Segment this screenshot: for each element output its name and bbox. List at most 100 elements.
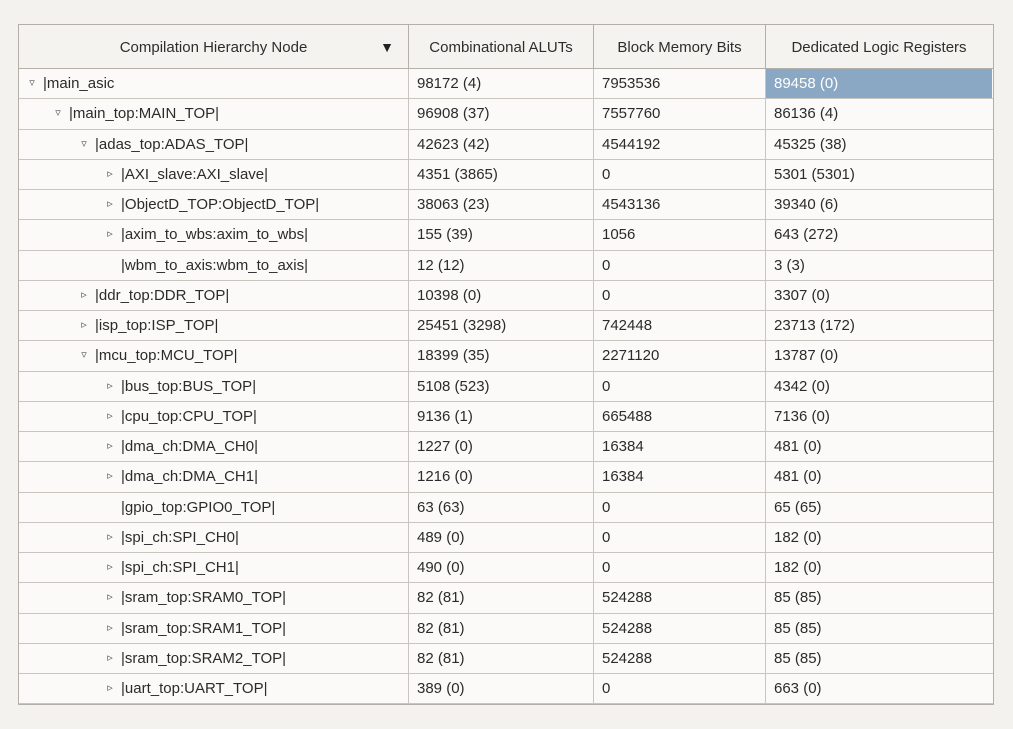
- table-row[interactable]: ▿|main_asic98172 (4)795353689458 (0): [19, 69, 993, 99]
- node-cell[interactable]: ▹|axim_to_wbs:axim_to_wbs|: [19, 220, 409, 249]
- node-cell[interactable]: ▹|sram_top:SRAM0_TOP|: [19, 583, 409, 612]
- sort-icon[interactable]: ▼: [380, 39, 394, 55]
- reg-cell[interactable]: 182 (0): [766, 523, 992, 552]
- reg-cell[interactable]: 3307 (0): [766, 281, 992, 310]
- expander-closed-icon[interactable]: ▹: [103, 196, 117, 213]
- node-cell[interactable]: ▹|dma_ch:DMA_CH0|: [19, 432, 409, 461]
- reg-cell[interactable]: 86136 (4): [766, 99, 992, 128]
- expander-closed-icon[interactable]: ▹: [103, 529, 117, 546]
- table-row[interactable]: ▹|spi_ch:SPI_CH1|490 (0)0182 (0): [19, 553, 993, 583]
- aluts-cell: 4351 (3865): [409, 160, 594, 189]
- reg-cell[interactable]: 3 (3): [766, 251, 992, 280]
- reg-cell[interactable]: 4342 (0): [766, 372, 992, 401]
- reg-cell[interactable]: 45325 (38): [766, 130, 992, 159]
- expander-open-icon[interactable]: ▿: [25, 75, 39, 92]
- table-row[interactable]: ▹|sram_top:SRAM2_TOP|82 (81)52428885 (85…: [19, 644, 993, 674]
- node-cell[interactable]: ▹|ddr_top:DDR_TOP|: [19, 281, 409, 310]
- expander-closed-icon[interactable]: ▹: [103, 438, 117, 455]
- reg-cell[interactable]: 663 (0): [766, 674, 992, 703]
- reg-cell[interactable]: 39340 (6): [766, 190, 992, 219]
- table-row[interactable]: ▹|axim_to_wbs:axim_to_wbs|155 (39)105664…: [19, 220, 993, 250]
- reg-cell[interactable]: 5301 (5301): [766, 160, 992, 189]
- node-cell[interactable]: ▹|dma_ch:DMA_CH1|: [19, 462, 409, 491]
- expander-closed-icon[interactable]: ▹: [103, 559, 117, 576]
- table-row[interactable]: ▹|cpu_top:CPU_TOP|9136 (1)6654887136 (0): [19, 402, 993, 432]
- node-cell[interactable]: ▹|uart_top:UART_TOP|: [19, 674, 409, 703]
- table-row[interactable]: ▹|uart_top:UART_TOP|389 (0)0663 (0): [19, 674, 993, 704]
- node-cell[interactable]: ▿|mcu_top:MCU_TOP|: [19, 341, 409, 370]
- col-header-mem[interactable]: Block Memory Bits: [594, 25, 766, 68]
- aluts-cell: 389 (0): [409, 674, 594, 703]
- reg-cell[interactable]: 481 (0): [766, 462, 992, 491]
- node-cell[interactable]: ▿|adas_top:ADAS_TOP|: [19, 130, 409, 159]
- mem-cell: 0: [594, 372, 766, 401]
- expander-open-icon[interactable]: ▿: [77, 136, 91, 153]
- table-row[interactable]: ▹|dma_ch:DMA_CH0|1227 (0)16384481 (0): [19, 432, 993, 462]
- expander-closed-icon[interactable]: ▹: [103, 408, 117, 425]
- table-row[interactable]: |gpio_top:GPIO0_TOP|63 (63)065 (65): [19, 493, 993, 523]
- node-cell[interactable]: ▿|main_asic: [19, 69, 409, 98]
- aluts-cell: 1227 (0): [409, 432, 594, 461]
- node-label: |main_top:MAIN_TOP|: [69, 102, 219, 125]
- table-row[interactable]: ▿|mcu_top:MCU_TOP|18399 (35)227112013787…: [19, 341, 993, 371]
- col-header-reg[interactable]: Dedicated Logic Registers: [766, 25, 992, 68]
- mem-cell: 16384: [594, 432, 766, 461]
- expander-closed-icon[interactable]: ▹: [77, 317, 91, 334]
- node-cell[interactable]: |gpio_top:GPIO0_TOP|: [19, 493, 409, 522]
- expander-open-icon[interactable]: ▿: [51, 105, 65, 122]
- table-row[interactable]: ▹|isp_top:ISP_TOP|25451 (3298)7424482371…: [19, 311, 993, 341]
- expander-closed-icon[interactable]: ▹: [103, 226, 117, 243]
- expander-closed-icon[interactable]: ▹: [103, 589, 117, 606]
- reg-cell[interactable]: 23713 (172): [766, 311, 992, 340]
- reg-cell[interactable]: 85 (85): [766, 614, 992, 643]
- reg-cell[interactable]: 643 (272): [766, 220, 992, 249]
- table-row[interactable]: ▿|adas_top:ADAS_TOP|42623 (42)4544192453…: [19, 130, 993, 160]
- expander-closed-icon[interactable]: ▹: [103, 468, 117, 485]
- node-cell[interactable]: ▹|spi_ch:SPI_CH0|: [19, 523, 409, 552]
- expander-closed-icon[interactable]: ▹: [77, 287, 91, 304]
- expander-closed-icon[interactable]: ▹: [103, 378, 117, 395]
- node-cell[interactable]: |wbm_to_axis:wbm_to_axis|: [19, 251, 409, 280]
- aluts-cell: 25451 (3298): [409, 311, 594, 340]
- node-cell[interactable]: ▹|cpu_top:CPU_TOP|: [19, 402, 409, 431]
- reg-cell[interactable]: 182 (0): [766, 553, 992, 582]
- table-row[interactable]: |wbm_to_axis:wbm_to_axis|12 (12)03 (3): [19, 251, 993, 281]
- node-cell[interactable]: ▹|AXI_slave:AXI_slave|: [19, 160, 409, 189]
- reg-cell[interactable]: 85 (85): [766, 644, 992, 673]
- table-row[interactable]: ▹|spi_ch:SPI_CH0|489 (0)0182 (0): [19, 523, 993, 553]
- expander-closed-icon[interactable]: ▹: [103, 620, 117, 637]
- aluts-cell: 82 (81): [409, 644, 594, 673]
- reg-cell[interactable]: 7136 (0): [766, 402, 992, 431]
- table-row[interactable]: ▿|main_top:MAIN_TOP|96908 (37)7557760861…: [19, 99, 993, 129]
- table-row[interactable]: ▹|AXI_slave:AXI_slave|4351 (3865)05301 (…: [19, 160, 993, 190]
- node-cell[interactable]: ▿|main_top:MAIN_TOP|: [19, 99, 409, 128]
- node-cell[interactable]: ▹|sram_top:SRAM2_TOP|: [19, 644, 409, 673]
- node-cell[interactable]: ▹|isp_top:ISP_TOP|: [19, 311, 409, 340]
- table-row[interactable]: ▹|sram_top:SRAM1_TOP|82 (81)52428885 (85…: [19, 614, 993, 644]
- reg-cell[interactable]: 85 (85): [766, 583, 992, 612]
- table-row[interactable]: ▹|dma_ch:DMA_CH1|1216 (0)16384481 (0): [19, 462, 993, 492]
- expander-closed-icon[interactable]: ▹: [103, 680, 117, 697]
- node-cell[interactable]: ▹|spi_ch:SPI_CH1|: [19, 553, 409, 582]
- node-cell[interactable]: ▹|bus_top:BUS_TOP|: [19, 372, 409, 401]
- node-label: |sram_top:SRAM0_TOP|: [121, 586, 286, 609]
- reg-cell[interactable]: 89458 (0): [766, 69, 992, 98]
- reg-cell[interactable]: 13787 (0): [766, 341, 992, 370]
- node-cell[interactable]: ▹|ObjectD_TOP:ObjectD_TOP|: [19, 190, 409, 219]
- reg-cell[interactable]: 65 (65): [766, 493, 992, 522]
- node-cell[interactable]: ▹|sram_top:SRAM1_TOP|: [19, 614, 409, 643]
- expander-closed-icon[interactable]: ▹: [103, 650, 117, 667]
- expander-open-icon[interactable]: ▿: [77, 347, 91, 364]
- col-header-node[interactable]: Compilation Hierarchy Node ▼: [19, 25, 409, 68]
- node-label: |sram_top:SRAM1_TOP|: [121, 617, 286, 640]
- expander-closed-icon[interactable]: ▹: [103, 166, 117, 183]
- table-row[interactable]: ▹|ObjectD_TOP:ObjectD_TOP|38063 (23)4543…: [19, 190, 993, 220]
- table-row[interactable]: ▹|ddr_top:DDR_TOP|10398 (0)03307 (0): [19, 281, 993, 311]
- col-header-aluts[interactable]: Combinational ALUTs: [409, 25, 594, 68]
- table-row[interactable]: ▹|bus_top:BUS_TOP|5108 (523)04342 (0): [19, 372, 993, 402]
- mem-cell: 4543136: [594, 190, 766, 219]
- node-label: |adas_top:ADAS_TOP|: [95, 133, 248, 156]
- reg-cell[interactable]: 481 (0): [766, 432, 992, 461]
- table-row[interactable]: ▹|sram_top:SRAM0_TOP|82 (81)52428885 (85…: [19, 583, 993, 613]
- mem-cell: 0: [594, 281, 766, 310]
